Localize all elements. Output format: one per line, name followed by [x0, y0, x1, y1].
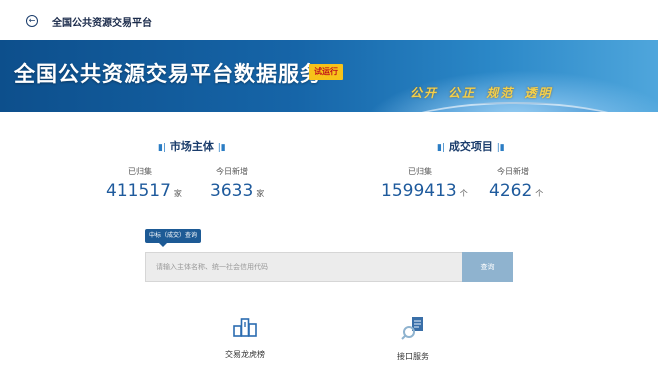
search-input[interactable]: 请输入主体名称、统一社会信用代码 — [145, 252, 462, 282]
deal-projects-heading: ▮| 成交项目 |▮ — [437, 138, 505, 154]
banner-title: 全国公共资源交易平台数据服务 — [14, 62, 322, 86]
trade-ranking-shortcut[interactable]: 交易龙虎榜 — [205, 316, 285, 360]
top-bar: ← 全国公共资源交易平台 — [0, 0, 658, 40]
market-total-value: 411517 家 — [106, 181, 182, 201]
heading-bars-left-icon: ▮| — [437, 143, 445, 153]
api-search-icon — [401, 317, 423, 340]
market-total-label: 已归集 — [128, 167, 152, 176]
banner-slogan: 公开 公正 规范 透明 — [410, 86, 553, 100]
api-service-label: 接口服务 — [397, 352, 429, 361]
bid-query-tag[interactable]: 中标（成交）查询 — [145, 229, 202, 247]
heading-bars-right-icon: |▮ — [496, 143, 505, 153]
deals-total-label: 已归集 — [408, 167, 432, 176]
hero-banner: 全国公共资源交易平台数据服务 试运行 公开 公正 规范 透明 — [0, 40, 658, 112]
deals-today-unit: 个 — [535, 189, 544, 198]
market-today-value: 3633 家 — [210, 181, 264, 201]
market-heading-text: 市场主体 — [169, 140, 214, 153]
ranking-podium-icon — [233, 318, 257, 337]
deals-total-value: 1599413 个 — [381, 181, 468, 201]
deals-today-label: 今日新增 — [497, 167, 529, 176]
market-total-number: 411517 — [106, 181, 171, 201]
back-arrow-icon[interactable]: ← — [26, 15, 38, 27]
market-today-label: 今日新增 — [216, 167, 248, 176]
topbar-title: 全国公共资源交易平台 — [52, 18, 152, 29]
trade-ranking-label: 交易龙虎榜 — [225, 350, 265, 359]
heading-bars-left-icon: ▮| — [158, 143, 166, 153]
market-today-number: 3633 — [210, 181, 254, 201]
search-button[interactable]: 查询 — [462, 252, 513, 282]
deals-today-value: 4262 个 — [489, 181, 543, 201]
heading-bars-right-icon: |▮ — [217, 143, 226, 153]
deals-total-number: 1599413 — [381, 181, 457, 201]
market-subjects-heading: ▮| 市场主体 |▮ — [158, 138, 226, 154]
deals-total-unit: 个 — [459, 189, 468, 198]
deals-heading-text: 成交项目 — [448, 140, 493, 153]
market-today-unit: 家 — [256, 189, 265, 198]
trial-badge: 试运行 — [309, 64, 343, 80]
api-service-shortcut[interactable]: 接口服务 — [373, 316, 453, 362]
deals-today-number: 4262 — [489, 181, 533, 201]
market-total-unit: 家 — [173, 189, 182, 198]
